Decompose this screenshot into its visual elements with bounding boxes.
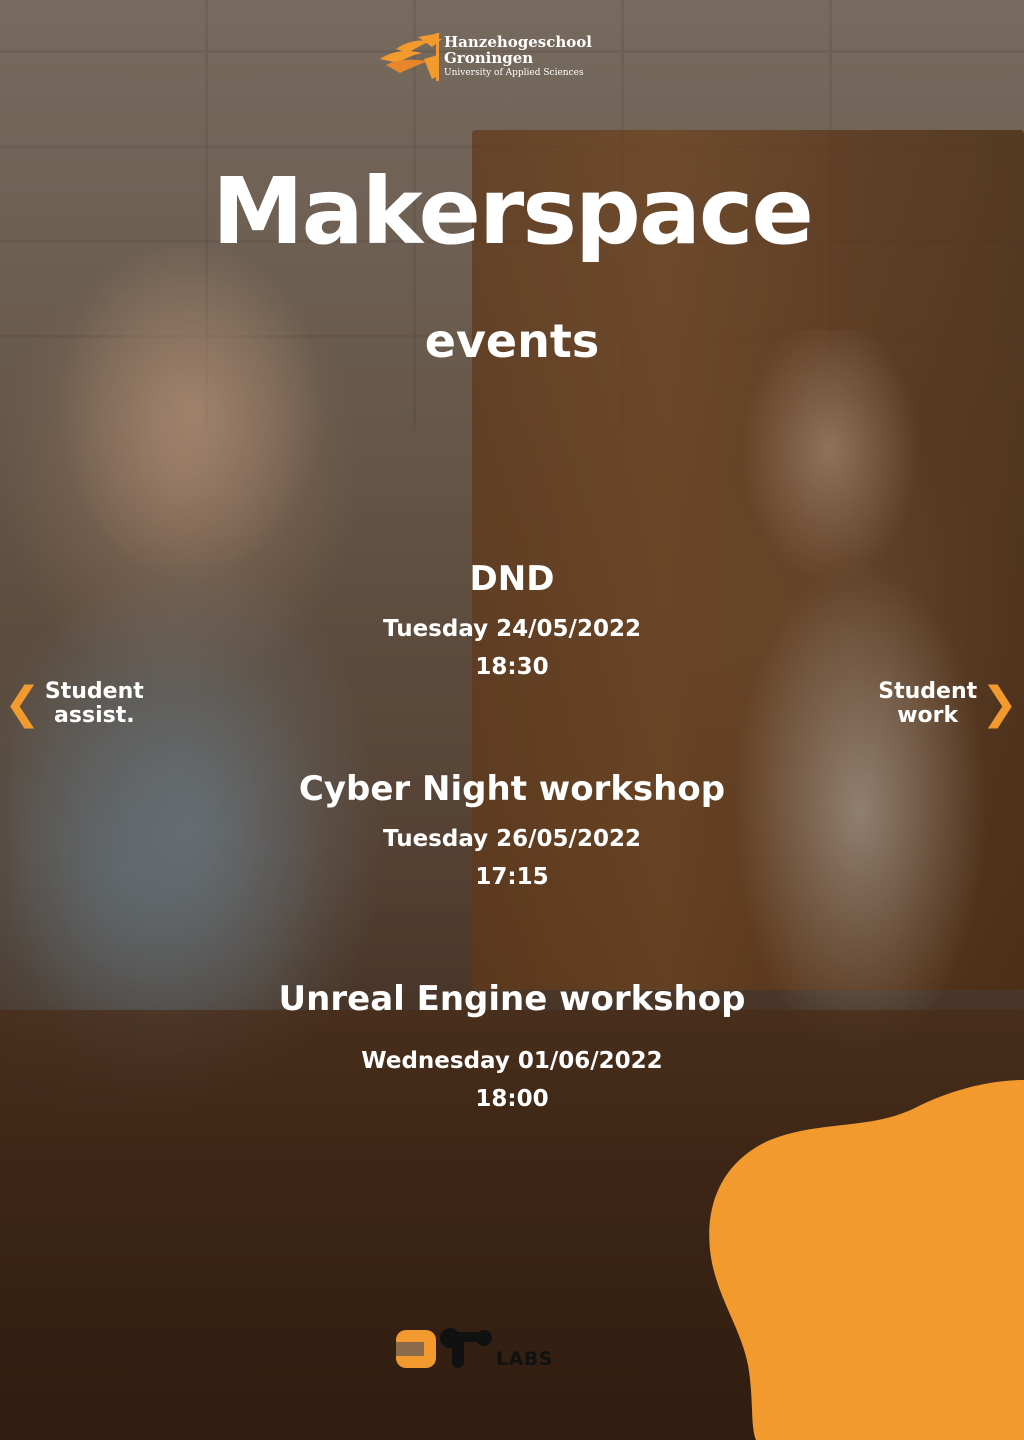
prev-page-label: Student assist. <box>45 680 144 728</box>
next-page-label: Student work <box>878 680 977 728</box>
institution-logo: Hanzehogeschool Groningen University of … <box>378 26 618 86</box>
prev-page-button[interactable]: ❮ Student assist. <box>4 680 144 728</box>
next-label-line1: Student <box>878 679 978 704</box>
event-date: Tuesday 24/05/2022 <box>383 616 641 642</box>
event-name: Cyber Night workshop <box>298 769 726 809</box>
poster: Hanzehogeschool Groningen University of … <box>0 0 1024 1440</box>
event-time: 17:15 <box>475 864 549 890</box>
page-subtitle: events <box>424 314 600 368</box>
event-item: DND Tuesday 24/05/2022 18:30 <box>0 558 1024 686</box>
institution-name: Hanzehogeschool Groningen University of … <box>444 32 592 78</box>
event-name: DND <box>469 559 555 599</box>
labs-logo: LABS <box>394 1324 553 1372</box>
labs-text: LABS <box>496 1348 553 1370</box>
decorative-orange-blob <box>709 1080 1024 1440</box>
labs-logo-icon <box>396 1328 492 1368</box>
event-item: Cyber Night workshop Tuesday 26/05/2022 … <box>0 768 1024 896</box>
institution-line3: University of Applied Sciences <box>444 67 584 78</box>
prev-label-line2: assist. <box>54 703 135 728</box>
next-page-button[interactable]: Student work ❯ <box>878 680 1018 728</box>
next-label-line2: work <box>897 703 959 728</box>
event-time: 18:30 <box>475 654 549 680</box>
chevron-left-icon: ❮ <box>4 678 41 729</box>
event-date: Wednesday 01/06/2022 <box>361 1048 663 1074</box>
prev-label-line1: Student <box>44 679 144 704</box>
hanze-emblem-icon <box>380 33 442 81</box>
institution-line1: Hanzehogeschool <box>444 32 592 51</box>
chevron-right-icon: ❯ <box>981 678 1018 729</box>
event-name: Unreal Engine workshop <box>278 979 746 1019</box>
institution-line2: Groningen <box>444 48 534 67</box>
event-date: Tuesday 26/05/2022 <box>383 826 641 852</box>
page-title: Makerspace <box>212 158 814 265</box>
